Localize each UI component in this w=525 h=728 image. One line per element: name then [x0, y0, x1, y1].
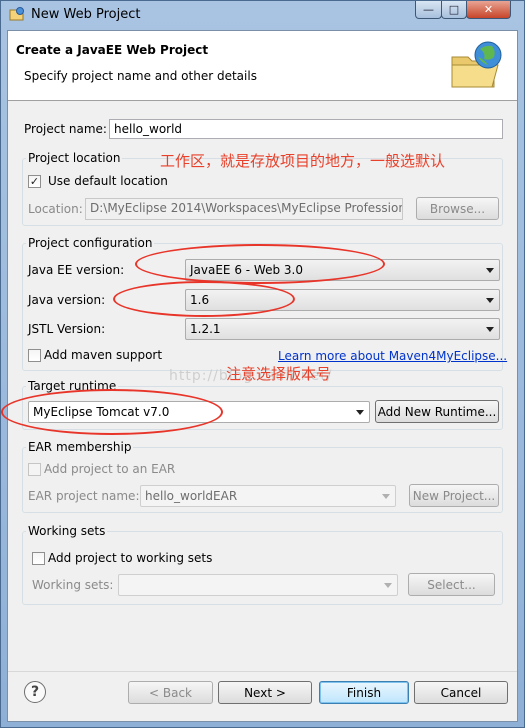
jstl-version-select[interactable]: 1.2.1 — [185, 318, 500, 340]
select-working-sets-button[interactable]: Select... — [408, 573, 495, 596]
target-runtime-value: MyEclipse Tomcat v7.0 — [33, 405, 170, 419]
add-to-working-sets-checkbox[interactable] — [32, 552, 45, 565]
myeclipse-app-icon — [9, 7, 24, 21]
title-bar[interactable]: New Web Project — □ ✕ — [1, 1, 524, 29]
add-to-working-sets-label: Add project to working sets — [48, 551, 213, 565]
use-default-location-label: Use default location — [48, 174, 168, 188]
page-subtitle: Specify project name and other details — [24, 69, 257, 83]
ear-membership-title: EAR membership — [26, 440, 134, 454]
ear-project-name-select[interactable]: hello_worldEAR — [140, 485, 396, 507]
working-sets-title: Working sets — [26, 524, 108, 538]
project-name-label: Project name: — [24, 122, 107, 136]
add-to-ear-label: Add project to an EAR — [44, 462, 176, 476]
close-button[interactable]: ✕ — [466, 1, 511, 19]
add-to-ear-checkbox[interactable] — [28, 463, 41, 476]
finish-button[interactable]: Finish — [319, 681, 409, 704]
footer-separator — [8, 671, 517, 672]
close-icon: ✕ — [483, 3, 494, 16]
next-button[interactable]: Next > — [218, 681, 312, 704]
workspace-annotation: 工作区，就是存放项目的地方，一般选默认 — [160, 152, 446, 170]
add-new-runtime-button[interactable]: Add New Runtime... — [375, 400, 499, 423]
chevron-down-icon — [486, 327, 494, 332]
page-title: Create a JavaEE Web Project — [16, 43, 209, 57]
project-location-title: Project location — [26, 151, 123, 165]
jstl-version-label: JSTL Version: — [28, 322, 106, 336]
project-configuration-title: Project configuration — [26, 236, 155, 250]
chevron-down-icon — [382, 494, 390, 499]
java-version-select[interactable]: 1.6 — [185, 289, 500, 311]
maximize-button[interactable]: □ — [441, 1, 467, 19]
minimize-button[interactable]: — — [415, 1, 442, 19]
location-input[interactable]: D:\MyEclipse 2014\Workspaces\MyEclipse P… — [85, 198, 403, 220]
chevron-down-icon — [384, 583, 392, 588]
maven-support-checkbox[interactable] — [28, 349, 41, 362]
working-sets-label: Working sets: — [32, 578, 114, 592]
help-icon[interactable]: ? — [24, 681, 46, 703]
target-runtime-select[interactable]: MyEclipse Tomcat v7.0 — [28, 401, 370, 423]
minimize-icon: — — [423, 3, 434, 16]
wizard-window: New Web Project — □ ✕ Create a JavaEE We… — [0, 0, 525, 728]
project-name-input[interactable]: hello_world — [109, 119, 503, 139]
maven-support-label: Add maven support — [44, 348, 163, 362]
chevron-down-icon — [486, 268, 494, 273]
maven-learn-more-link[interactable]: Learn more about Maven4MyEclipse... — [278, 349, 507, 363]
working-sets-select[interactable] — [118, 574, 398, 596]
use-default-location-checkbox[interactable]: ✓ — [28, 175, 41, 188]
version-annotation: 注意选择版本号 — [226, 365, 332, 383]
location-label: Location: — [28, 202, 83, 216]
javaee-version-select[interactable]: JavaEE 6 - Web 3.0 — [185, 259, 500, 281]
browse-button[interactable]: Browse... — [416, 197, 499, 220]
target-runtime-title: Target runtime — [26, 379, 119, 393]
chevron-down-icon — [356, 410, 364, 415]
window-title: New Web Project — [31, 7, 141, 22]
new-ear-project-button[interactable]: New Project... — [409, 484, 499, 507]
chevron-down-icon — [486, 298, 494, 303]
java-version-label: Java version: — [28, 293, 106, 307]
maximize-icon: □ — [448, 3, 460, 16]
web-project-folder-icon — [451, 41, 502, 88]
javaee-version-label: Java EE version: — [28, 263, 125, 277]
back-button[interactable]: < Back — [128, 681, 213, 704]
java-version-value: 1.6 — [190, 293, 210, 307]
cancel-button[interactable]: Cancel — [414, 681, 508, 704]
jstl-version-value: 1.2.1 — [190, 322, 221, 336]
ear-project-name-label: EAR project name: — [28, 489, 140, 503]
javaee-version-value: JavaEE 6 - Web 3.0 — [190, 263, 303, 277]
ear-project-name-value: hello_worldEAR — [145, 489, 238, 503]
wizard-header: Create a JavaEE Web Project Specify proj… — [8, 31, 517, 101]
